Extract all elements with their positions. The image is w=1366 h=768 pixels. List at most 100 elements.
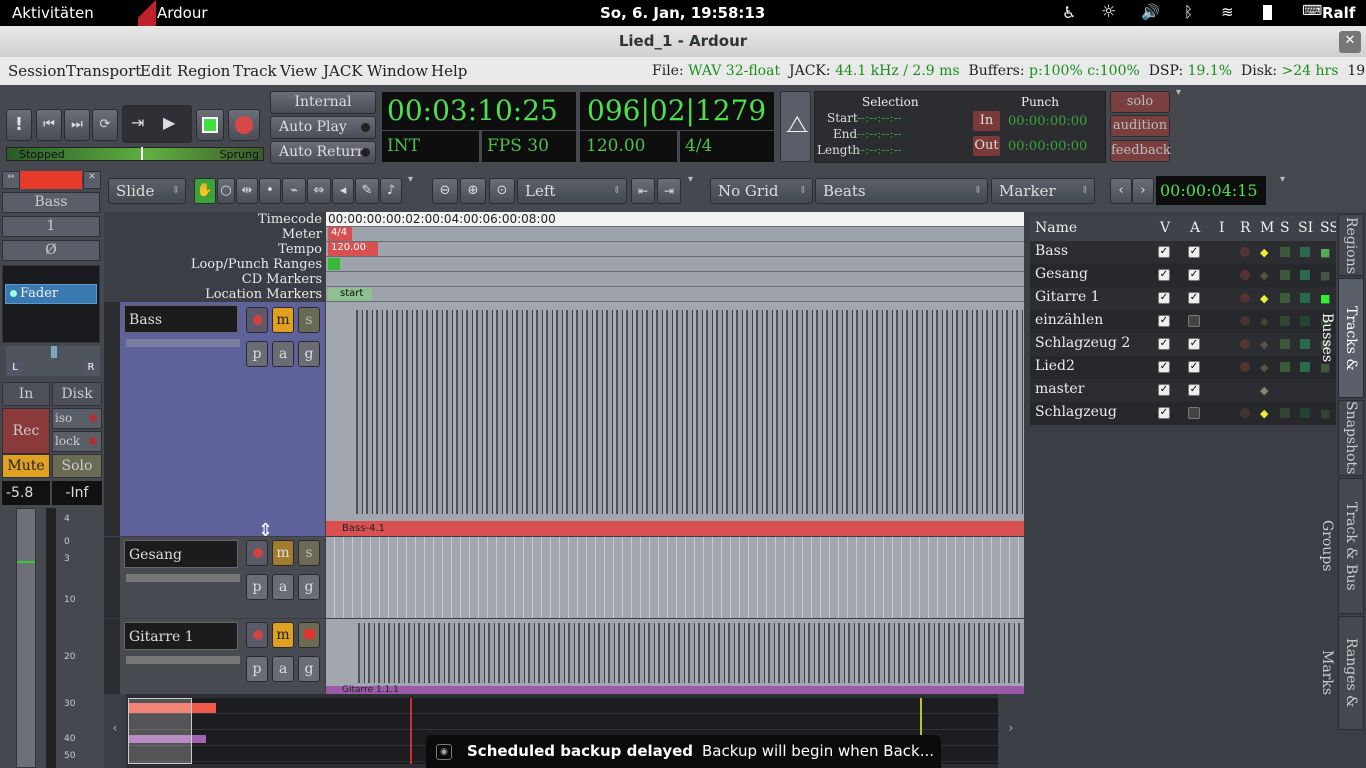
solo-safe-button[interactable]: [298, 622, 320, 648]
solo-state-icon[interactable]: [1280, 247, 1290, 257]
bluetooth-icon[interactable]: ᛒ: [1184, 3, 1193, 21]
track-canvas[interactable]: Bass-4.1: [326, 302, 1024, 536]
lock-icon[interactable]: ■: [1320, 292, 1330, 305]
tempo-ruler[interactable]: 120.00: [326, 242, 1024, 257]
gain-display[interactable]: -5.8: [2, 481, 50, 505]
sync-source-button[interactable]: Internal: [270, 91, 376, 114]
location-marker-ruler[interactable]: start: [326, 287, 1024, 302]
range-tool-button[interactable]: ○: [217, 178, 235, 204]
track-group-tab[interactable]: [104, 302, 120, 536]
menu-window[interactable]: Window: [367, 62, 428, 80]
solo-isolate-state-icon[interactable]: [1300, 362, 1310, 372]
sel-length-clock[interactable]: --:--:--:--: [857, 143, 902, 157]
solo-state-icon[interactable]: [1280, 408, 1290, 418]
visible-checkbox[interactable]: ✓: [1158, 315, 1170, 327]
tab-regions[interactable]: Regions: [1338, 214, 1364, 276]
loop-punch-ruler[interactable]: [326, 257, 1024, 272]
menu-transport[interactable]: Transport: [66, 62, 141, 80]
play-icon[interactable]: ▶: [163, 113, 175, 132]
strip-input-button[interactable]: 1: [2, 216, 100, 237]
mute-state-icon[interactable]: ◆: [1260, 338, 1268, 351]
solo-state-icon[interactable]: [1280, 362, 1290, 372]
play-selection-button[interactable]: ⏭: [64, 109, 90, 141]
rec-arm-button[interactable]: [246, 307, 268, 333]
audition-tool-button[interactable]: ◂: [332, 178, 354, 204]
zoom-in-button[interactable]: ⊕: [460, 178, 486, 204]
track-gain-slider[interactable]: [126, 574, 240, 582]
start-marker[interactable]: start: [328, 288, 372, 301]
track-name-field[interactable]: Gesang: [124, 540, 238, 568]
stop-button[interactable]: [196, 109, 224, 141]
col-solo[interactable]: S: [1280, 220, 1290, 236]
summary-right-arrow[interactable]: ›: [998, 694, 1024, 768]
bbt-clock[interactable]: 096|02|1279: [580, 92, 774, 130]
stretch-tool-button[interactable]: ⇔: [307, 178, 331, 204]
tracklist-row[interactable]: Gitarre 1 ✓ ✓ ◆ ■: [1030, 287, 1336, 310]
chevron-down-icon[interactable]: ▾: [1176, 87, 1181, 98]
primary-clock[interactable]: 00:03:10:25: [382, 92, 576, 130]
edit-point-dropdown[interactable]: Marker ⇕: [991, 178, 1095, 204]
row-name[interactable]: Gesang: [1035, 266, 1088, 282]
solo-lock-button[interactable]: lock: [52, 431, 102, 452]
active-checkbox[interactable]: [1188, 407, 1200, 419]
gain-tool-button[interactable]: ⌁: [282, 178, 306, 204]
expand-tracks-button[interactable]: ⇥: [657, 178, 681, 204]
toolbar-more-icon[interactable]: ▾: [408, 174, 413, 185]
punch-out-button[interactable]: Out: [972, 135, 1001, 157]
tab-ranges-marks[interactable]: Ranges & Marks: [1319, 616, 1364, 730]
mute-state-icon[interactable]: ◆: [1260, 246, 1268, 259]
solo-button[interactable]: Solo: [52, 454, 102, 478]
error-log-button[interactable]: !: [6, 109, 32, 141]
loop-marker[interactable]: [328, 258, 340, 270]
audition-button[interactable]: audition: [1110, 115, 1170, 137]
row-name[interactable]: master: [1035, 381, 1084, 397]
sel-end-clock[interactable]: --:--:--:--: [857, 127, 902, 141]
row-name[interactable]: Gitarre 1: [1035, 289, 1100, 305]
grid-type-dropdown[interactable]: Beats ⇕: [815, 178, 988, 204]
zoom-more-icon[interactable]: ▾: [688, 174, 693, 185]
mute-button[interactable]: m: [272, 307, 294, 333]
mute-button[interactable]: Mute: [2, 454, 50, 478]
col-solo-isolate[interactable]: SI: [1298, 220, 1313, 236]
menu-region[interactable]: Region: [177, 62, 230, 80]
grid-mode-dropdown[interactable]: No Grid ⇕: [710, 178, 813, 204]
menu-view[interactable]: View: [280, 62, 317, 80]
sel-start-clock[interactable]: --:--:--:--: [857, 111, 902, 125]
col-rec[interactable]: R: [1240, 220, 1251, 236]
tab-tracks-busses[interactable]: Tracks & Busses: [1319, 278, 1364, 398]
rec-state-icon[interactable]: [1240, 293, 1250, 303]
active-checkbox[interactable]: ✓: [1188, 246, 1200, 258]
rec-state-icon[interactable]: [1240, 408, 1250, 418]
visible-checkbox[interactable]: ✓: [1158, 269, 1170, 281]
waveform[interactable]: [358, 623, 1024, 683]
row-name[interactable]: Bass: [1035, 243, 1068, 259]
automation-button[interactable]: a: [272, 574, 294, 600]
nudge-forward-button[interactable]: ›: [1132, 178, 1154, 204]
solo-isolate-state-icon[interactable]: [1300, 316, 1310, 326]
panner[interactable]: L R: [6, 346, 100, 376]
tracklist-row[interactable]: Gesang ✓ ✓ ◆ ■: [1030, 264, 1336, 287]
tab-snapshots[interactable]: Snapshots: [1338, 400, 1364, 476]
menu-help[interactable]: Help: [431, 62, 467, 80]
menu-edit[interactable]: Edit: [140, 62, 171, 80]
strip-name-button[interactable]: Bass: [2, 192, 100, 213]
rec-arm-button[interactable]: [246, 540, 268, 566]
strip-width-button[interactable]: ⇿: [2, 171, 20, 189]
auto-play-button[interactable]: Auto Play: [270, 116, 376, 139]
clock-display[interactable]: So, 6. Jan, 19:58:13: [600, 4, 765, 22]
lock-icon[interactable]: ■: [1320, 246, 1330, 259]
active-checkbox[interactable]: ✓: [1188, 361, 1200, 373]
rec-enable-button[interactable]: Rec: [2, 408, 50, 454]
group-button[interactable]: g: [298, 341, 320, 367]
close-icon[interactable]: ✕: [1339, 31, 1361, 53]
track-group-tab[interactable]: [104, 537, 120, 618]
col-input[interactable]: I: [1219, 220, 1225, 236]
mute-button[interactable]: m: [272, 622, 294, 648]
solo-state-icon[interactable]: [1280, 293, 1290, 303]
content-tool-button[interactable]: ✎: [355, 178, 379, 204]
grab-tool-button[interactable]: ✋: [194, 178, 216, 204]
summary-viewport[interactable]: [128, 698, 192, 764]
gain-fader[interactable]: [16, 508, 36, 768]
solo-alert-button[interactable]: solo: [1110, 91, 1170, 113]
user-menu[interactable]: Ralf: [1322, 4, 1355, 22]
